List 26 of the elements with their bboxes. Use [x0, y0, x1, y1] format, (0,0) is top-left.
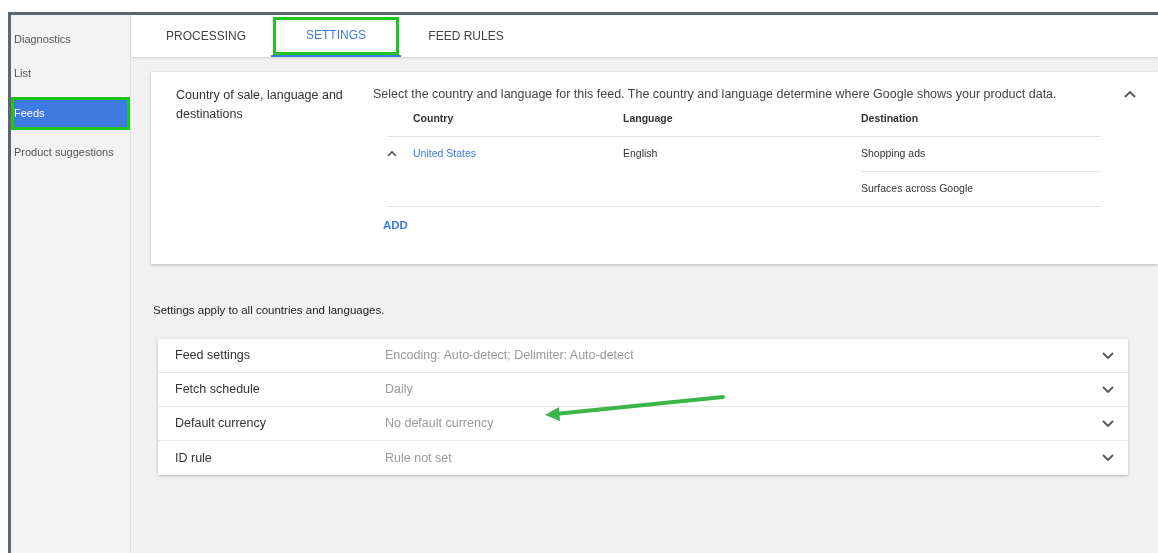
section-description: Select the country and language for this feed. The country and language determine where Google shows your product data. — [373, 86, 1058, 103]
destination-cell: Shopping ads — [861, 147, 926, 159]
setting-value: Rule not set — [385, 449, 453, 467]
destination-cell: Surfaces across Google — [861, 181, 974, 194]
settings-note: Settings apply to all countries and languages. — [153, 302, 386, 318]
setting-label: ID rule — [175, 449, 213, 467]
sidebar-item[interactable]: Product suggestions — [11, 142, 130, 164]
setting-value: Encoding: Auto-detect; Delimiter: Auto-detect — [385, 347, 635, 365]
country-link[interactable]: United States — [413, 147, 477, 159]
sidebar-item[interactable]: Diagnostics — [11, 29, 130, 51]
setting-value: No default currency — [385, 415, 495, 433]
tab[interactable]: PROCESSING — [141, 15, 271, 57]
column-header: Destination — [861, 111, 920, 127]
setting-label: Feed settings — [175, 347, 252, 365]
setting-label: Default currency — [175, 415, 267, 433]
section-title: Country of sale, language and destinations — [176, 87, 344, 123]
sidebar-item[interactable]: List — [11, 62, 130, 85]
setting-value: Daily — [385, 381, 414, 399]
setting-label: Fetch schedule — [175, 381, 261, 399]
tab[interactable]: FEED RULES — [401, 15, 531, 57]
sidebar-item[interactable]: Feeds — [11, 96, 130, 131]
column-header: Language — [623, 111, 674, 127]
column-header: Country — [412, 111, 455, 127]
tab[interactable]: SETTINGS — [271, 15, 401, 57]
add-button[interactable]: ADD — [373, 206, 418, 244]
language-cell: English — [623, 147, 658, 159]
